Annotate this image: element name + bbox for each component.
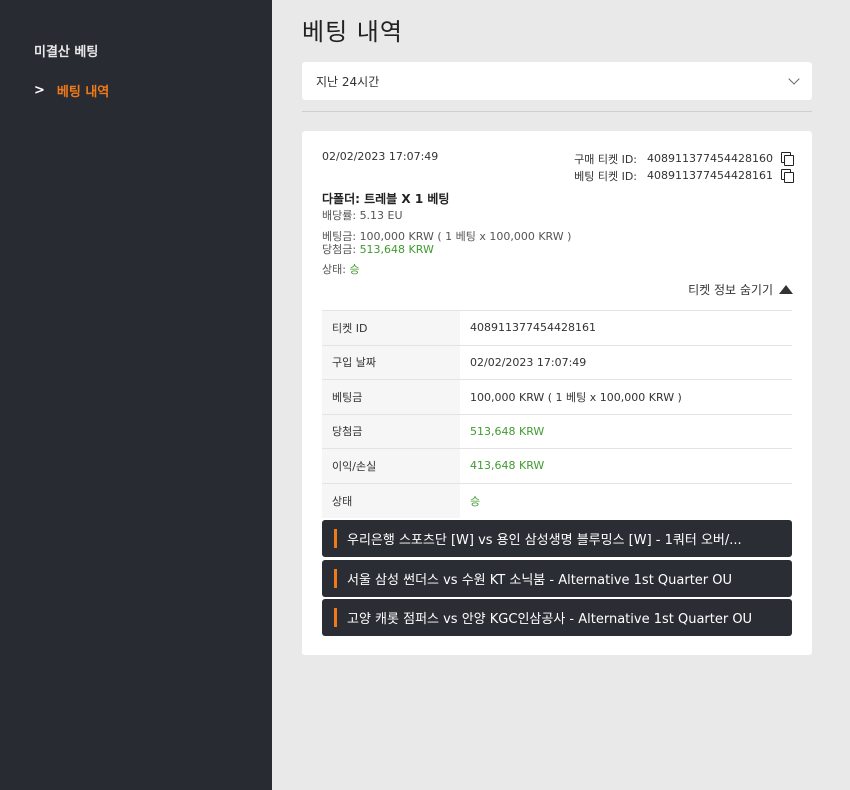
page-title: 베팅 내역 [302, 18, 403, 46]
copy-icon[interactable] [781, 169, 794, 183]
event-label: 고양 캐롯 점퍼스 vs 안양 KGC인삼공사 - Alternative 1s… [347, 612, 753, 627]
event-label: 서울 삼성 썬더스 vs 수원 KT 소닉붐 - Alternative 1st… [347, 573, 733, 588]
detail-key: 구입 날짜 [322, 345, 460, 380]
detail-key: 베팅금 [322, 379, 460, 414]
detail-value: 413,648 KRW [470, 459, 545, 473]
event-item[interactable]: 고양 캐롯 점퍼스 vs 안양 KGC인삼공사 - Alternative 1s… [322, 599, 792, 636]
stake-line: 베팅금: 100,000 KRW ( 1 베팅 x 100,000 KRW ) [322, 230, 571, 243]
bet-ticket-id-label: 베팅 티켓 ID: [574, 169, 638, 183]
sidebar-title: 미결산 베팅 [34, 45, 99, 60]
table-row: 티켓 ID 408911377454428161 [322, 310, 792, 345]
table-row: 상태 승 [322, 483, 792, 518]
odds-value: 5.13 EU [359, 209, 403, 222]
status-value: 승 [349, 263, 360, 276]
payout-line: 당첨금: 513,648 KRW [322, 243, 434, 256]
toggle-label: 티켓 정보 숨기기 [688, 283, 773, 297]
chevron-down-icon [788, 73, 800, 85]
odds-label: 배당률: [322, 209, 360, 222]
table-row: 베팅금 100,000 KRW ( 1 베팅 x 100,000 KRW ) [322, 379, 792, 414]
bet-ticket-id-value: 408911377454428161 [647, 169, 773, 182]
chevron-right-icon: > [34, 83, 45, 98]
sidebar: 미결산 베팅 > 베팅 내역 [0, 0, 272, 790]
purchase-ticket-id-label: 구매 티켓 ID: [574, 152, 638, 166]
stake-label: 베팅금: [322, 230, 360, 243]
ticket-date: 02/02/2023 17:07:49 [322, 150, 439, 163]
sidebar-item-bet-history[interactable]: > 베팅 내역 [34, 81, 109, 100]
table-row: 당첨금 513,648 KRW [322, 414, 792, 449]
event-item[interactable]: 서울 삼성 썬더스 vs 수원 KT 소닉붐 - Alternative 1st… [322, 560, 792, 597]
ticket-ids: 구매 티켓 ID: 408911377454428160 베팅 티켓 ID: 4… [574, 150, 794, 184]
period-filter-select[interactable]: 지난 24시간 [302, 62, 812, 100]
detail-key: 상태 [322, 483, 460, 518]
detail-value: 408911377454428161 [470, 321, 596, 335]
event-accent-bar [334, 529, 337, 548]
detail-value: 513,648 KRW [470, 424, 545, 438]
ticket-card: 02/02/2023 17:07:49 구매 티켓 ID: 4089113774… [302, 131, 812, 655]
status-label: 상태: [322, 263, 350, 276]
table-row: 구입 날짜 02/02/2023 17:07:49 [322, 345, 792, 380]
period-filter-value: 지난 24시간 [316, 74, 380, 89]
event-accent-bar [334, 569, 337, 588]
event-accent-bar [334, 608, 337, 627]
event-label: 우리은행 스포츠단 [W] vs 용인 삼성생명 블루밍스 [W] - 1쿼터 … [347, 533, 742, 548]
event-item[interactable]: 우리은행 스포츠단 [W] vs 용인 삼성생명 블루밍스 [W] - 1쿼터 … [322, 520, 792, 557]
bet-ticket-id-row: 베팅 티켓 ID: 408911377454428161 [574, 167, 794, 184]
odds-line: 배당률: 5.13 EU [322, 209, 403, 222]
hide-ticket-info-toggle[interactable]: 티켓 정보 숨기기 [688, 281, 793, 298]
detail-key: 당첨금 [322, 414, 460, 449]
table-row: 이익/손실 413,648 KRW [322, 448, 792, 483]
triangle-up-icon [779, 285, 793, 294]
detail-key: 이익/손실 [322, 448, 460, 483]
bet-type: 다폴더: 트레블 X 1 베팅 [322, 192, 450, 206]
status-line: 상태: 승 [322, 263, 360, 276]
detail-value: 02/02/2023 17:07:49 [470, 355, 587, 369]
detail-value: 100,000 KRW ( 1 베팅 x 100,000 KRW ) [470, 390, 682, 404]
payout-value: 513,648 KRW [359, 243, 434, 256]
stake-value: 100,000 KRW ( 1 베팅 x 100,000 KRW ) [359, 230, 572, 243]
copy-icon[interactable] [781, 152, 794, 166]
detail-value: 승 [470, 494, 481, 508]
detail-key: 티켓 ID [322, 310, 460, 345]
purchase-ticket-id-value: 408911377454428160 [647, 152, 773, 165]
divider [302, 111, 812, 112]
sidebar-item-label: 베팅 내역 [56, 85, 110, 100]
payout-label: 당첨금: [322, 243, 360, 256]
ticket-detail-table: 티켓 ID 408911377454428161 구입 날짜 02/02/202… [322, 310, 792, 518]
purchase-ticket-id-row: 구매 티켓 ID: 408911377454428160 [574, 150, 794, 167]
